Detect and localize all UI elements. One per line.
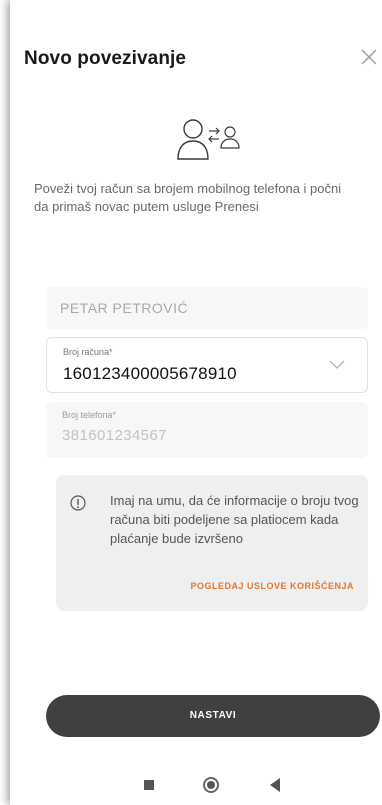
close-icon[interactable] [358, 46, 380, 68]
name-field: PETAR PETROVIĆ [46, 287, 368, 329]
account-number-dropdown[interactable]: Broj računa* 160123400005678910 [46, 337, 368, 393]
info-notice: Imaj na umu, da će informacije o broju t… [56, 475, 368, 611]
system-nav-bar [10, 766, 382, 805]
back-icon[interactable] [270, 778, 280, 792]
recent-apps-icon[interactable] [144, 780, 154, 790]
phone-number-field: Broj telefona* 381601234567 [46, 402, 368, 458]
name-value: PETAR PETROVIĆ [60, 300, 189, 316]
phone-number-value: 381601234567 [62, 427, 167, 444]
account-number-value: 160123400005678910 [63, 364, 237, 383]
info-icon [70, 495, 86, 511]
account-number-label: Broj računa* [63, 347, 113, 357]
chevron-down-icon[interactable] [329, 360, 345, 370]
notice-text: Imaj na umu, da će informacije o broju t… [110, 493, 359, 546]
screen: Novo povezivanje Poveži tvoj račun sa br… [10, 0, 382, 805]
phone-number-label: Broj telefona* [62, 410, 117, 420]
page-title: Novo povezivanje [24, 48, 187, 69]
intro-text: Poveži tvoj račun sa brojem mobilnog tel… [34, 181, 342, 214]
terms-link[interactable]: POGLEDAJ USLOVE KORIŠĆENJA [190, 581, 354, 591]
user-exchange-icon [177, 119, 240, 160]
continue-button[interactable]: NASTAVI [46, 695, 380, 737]
home-icon[interactable] [203, 777, 219, 793]
